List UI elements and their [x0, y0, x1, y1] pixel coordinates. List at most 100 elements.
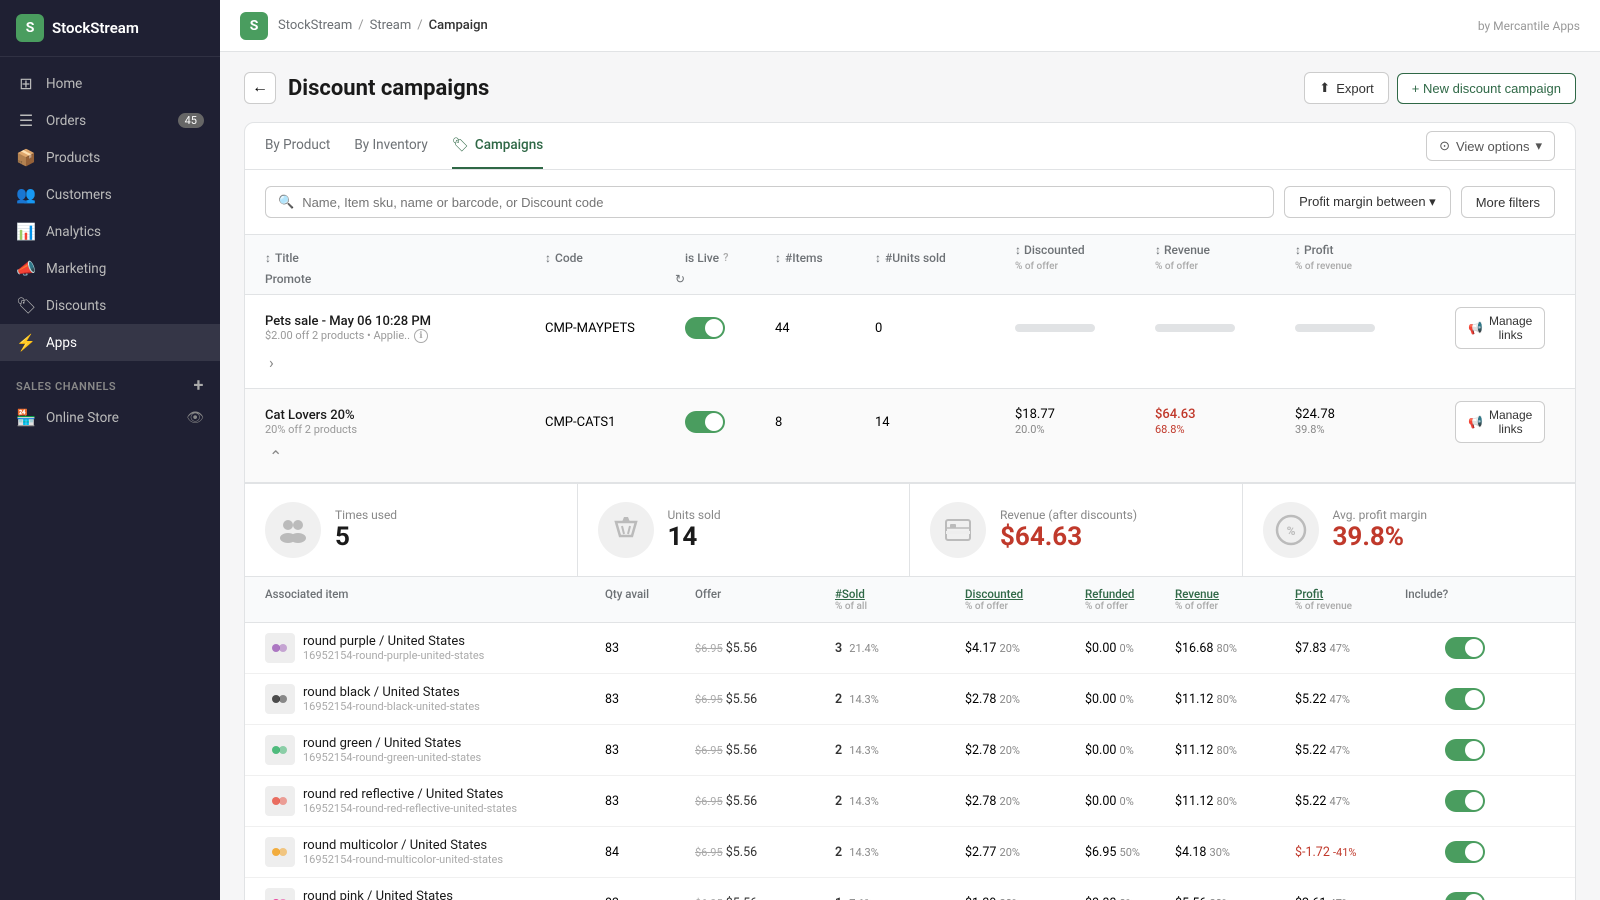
page-content: ← Discount campaigns ⬆ Export + New disc… — [220, 52, 1600, 900]
sidebar-item-home[interactable]: ⊞ Home — [0, 65, 220, 102]
collapse-row-icon[interactable]: ⌃ — [265, 443, 286, 470]
cell-collapse[interactable]: ⌃ — [265, 443, 545, 470]
app-breadcrumb-icon: S — [240, 12, 268, 40]
sidebar-item-marketing[interactable]: 📣 Marketing — [0, 250, 220, 287]
profit-margin-icon: % — [1263, 502, 1319, 558]
list-item: round red reflective / United States 169… — [245, 776, 1575, 827]
main-card: By Product By Inventory 🏷 Campaigns ⊙ Vi… — [244, 122, 1576, 900]
item-thumbnail — [265, 786, 295, 816]
list-item: round black / United States 16952154-rou… — [245, 674, 1575, 725]
cell-expand[interactable]: › — [265, 349, 545, 376]
view-options-icon: ⊙ — [1439, 138, 1450, 154]
cell-is-live[interactable] — [685, 317, 775, 339]
tab-by-inventory[interactable]: By Inventory — [354, 123, 427, 169]
assoc-col-discounted: Discounted % of offer — [965, 587, 1085, 612]
sidebar-item-analytics[interactable]: 📊 Analytics — [0, 213, 220, 250]
list-item: round purple / United States 16952154-ro… — [245, 623, 1575, 674]
list-item: round pink / United States 16952154-roun… — [245, 878, 1575, 900]
include-toggle[interactable] — [1445, 688, 1485, 710]
new-discount-campaign-button[interactable]: + New discount campaign — [1397, 73, 1576, 104]
item-thumbnail — [265, 888, 295, 900]
campaign-info-icon[interactable]: ℹ — [414, 329, 428, 343]
assoc-col-refunded: Refunded % of offer — [1085, 587, 1175, 612]
col-revenue: ↕ Revenue % of offer — [1155, 243, 1295, 272]
breadcrumb-stockstream: StockStream — [278, 18, 352, 33]
sidebar-item-label: Orders — [46, 113, 86, 129]
include-toggle[interactable] — [1445, 892, 1485, 900]
cell-discounted — [1015, 324, 1155, 332]
sidebar-logo-text: StockStream — [52, 19, 139, 37]
assoc-col-qty: Qty avail — [605, 587, 695, 612]
sidebar-item-label: Products — [46, 150, 100, 166]
more-filters-button[interactable]: More filters — [1461, 186, 1555, 218]
apps-icon: ⚡ — [16, 333, 36, 352]
sidebar-item-label: Discounts — [46, 298, 106, 314]
sidebar-item-products[interactable]: 📦 Products — [0, 139, 220, 176]
marketing-icon: 📣 — [16, 259, 36, 278]
search-box[interactable]: 🔍 — [265, 186, 1274, 218]
cell-items: 44 — [775, 321, 875, 336]
refresh-icon[interactable]: ↻ — [675, 272, 685, 286]
products-icon: 📦 — [16, 148, 36, 167]
megaphone-icon: 📢 — [1468, 321, 1483, 335]
include-toggle[interactable] — [1445, 739, 1485, 761]
tab-campaigns[interactable]: 🏷 Campaigns — [452, 123, 543, 169]
sidebar-item-label: Analytics — [46, 224, 101, 240]
profit-margin-filter-button[interactable]: Profit margin between ▾ — [1284, 186, 1451, 218]
sidebar-item-apps[interactable]: ⚡ Apps — [0, 324, 220, 361]
table-row: Pets sale - May 06 10:28 PM $2.00 off 2 … — [245, 295, 1575, 389]
col-units-sold: ↕ #Units sold — [875, 243, 1015, 272]
assoc-col-include: Include? — [1405, 587, 1485, 612]
tab-by-product[interactable]: By Product — [265, 123, 330, 169]
is-live-toggle[interactable] — [685, 317, 725, 339]
is-live-toggle[interactable] — [685, 411, 725, 433]
col-is-live: is Live ? — [685, 243, 775, 272]
campaigns-tag-icon: 🏷 — [452, 137, 469, 153]
add-sales-channel-button[interactable]: + — [194, 377, 204, 395]
search-icon: 🔍 — [278, 195, 294, 210]
cell-title: Cat Lovers 20% 20% off 2 products — [265, 408, 545, 436]
cell-profit: $24.78 39.8% — [1295, 407, 1455, 437]
revenue-icon — [930, 502, 986, 558]
stats-row: Times used 5 Units sold 14 — [245, 483, 1575, 576]
online-store-settings-icon[interactable]: 👁 — [186, 410, 204, 426]
breadcrumb: S StockStream / Stream / Campaign — [240, 12, 488, 40]
back-button[interactable]: ← — [244, 72, 276, 104]
sidebar-logo: S StockStream — [0, 0, 220, 57]
expand-row-icon[interactable]: › — [265, 349, 278, 376]
cell-is-live[interactable] — [685, 411, 775, 433]
include-toggle[interactable] — [1445, 637, 1485, 659]
manage-links-button[interactable]: 📢 Manage links — [1455, 401, 1545, 443]
sidebar-item-online-store[interactable]: 🏪 Online Store 👁 — [0, 399, 220, 436]
col-promote: Promote ↻ — [265, 272, 685, 286]
col-items: ↕ #Items — [775, 243, 875, 272]
cell-revenue — [1155, 324, 1295, 332]
sidebar-item-customers[interactable]: 👥 Customers — [0, 176, 220, 213]
cell-code: CMP-MAYPETS — [545, 321, 685, 336]
sidebar-item-discounts[interactable]: 🏷 Discounts — [0, 287, 220, 324]
view-options-button[interactable]: ⊙ View options ▾ — [1426, 131, 1555, 161]
discounts-icon: 🏷 — [16, 296, 36, 315]
cell-units-sold: 0 — [875, 321, 1015, 336]
associated-header: Associated item Qty avail Offer #Sold % … — [245, 576, 1575, 623]
search-row: 🔍 Profit margin between ▾ More filters — [245, 170, 1575, 235]
item-thumbnail — [265, 735, 295, 765]
megaphone-icon: 📢 — [1468, 415, 1483, 429]
assoc-col-item: Associated item — [265, 587, 605, 612]
search-input[interactable] — [302, 195, 1261, 210]
svg-text:%: % — [1286, 524, 1295, 538]
include-toggle[interactable] — [1445, 790, 1485, 812]
breadcrumb-stream: Stream — [370, 18, 412, 33]
sidebar-item-label: Apps — [46, 335, 77, 351]
manage-links-button[interactable]: 📢 Manage links — [1455, 307, 1545, 349]
sidebar-item-orders[interactable]: ☰ Orders 45 — [0, 102, 220, 139]
assoc-col-sold: #Sold % of all — [835, 587, 965, 612]
is-live-info-icon[interactable]: ? — [723, 251, 728, 264]
topbar-by: by Mercantile Apps — [1478, 19, 1580, 33]
sidebar-item-label: Customers — [46, 187, 112, 203]
cell-code: CMP-CATS1 — [545, 415, 685, 430]
export-button[interactable]: ⬆ Export — [1304, 72, 1388, 104]
item-thumbnail — [265, 837, 295, 867]
item-thumbnail — [265, 633, 295, 663]
include-toggle[interactable] — [1445, 841, 1485, 863]
